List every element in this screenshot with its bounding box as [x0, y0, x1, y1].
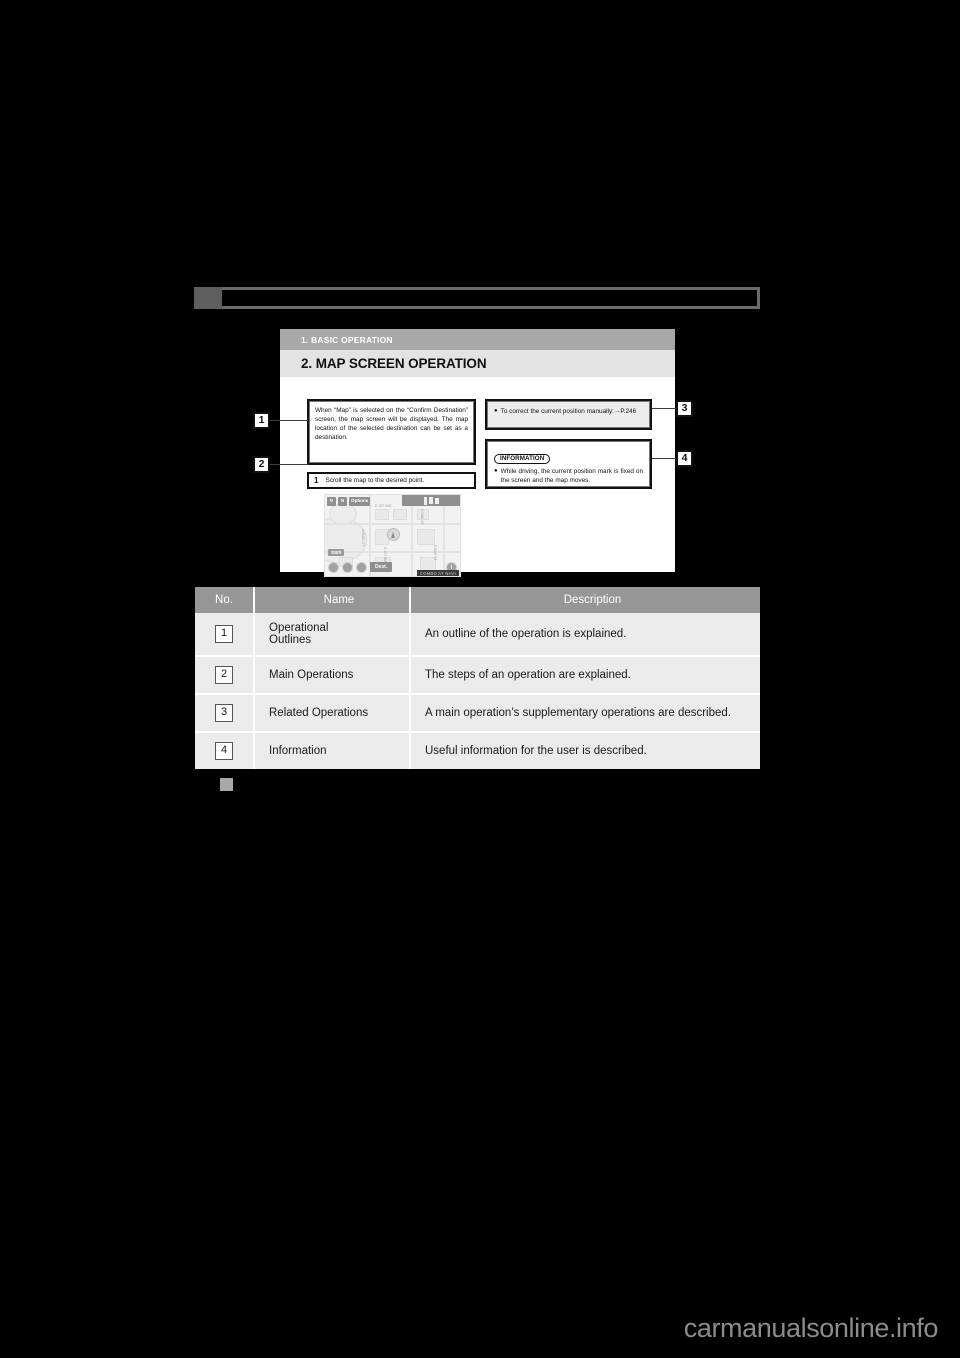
row-name-cell: Related Operations [254, 694, 411, 733]
information-text: While driving, the current position mark… [500, 468, 643, 485]
column-header-name: Name [254, 587, 411, 613]
row-description-cell: An outline of the operation is explained… [410, 613, 760, 657]
callout-badge-3: 3 [676, 400, 693, 417]
nav-top-left-controls: ↻ N Options [327, 497, 371, 506]
callout-badge-2: 2 [253, 456, 270, 473]
row-number-cell: 1 [195, 613, 255, 657]
table-row: 4 Information Useful information for the… [195, 732, 760, 769]
row-name-cell: Main Operations [254, 656, 411, 695]
destination-button[interactable]: Dest. [370, 562, 393, 572]
figure-kicker: 1. BASIC OPERATION [280, 329, 675, 350]
navigation-screen-thumbnail: E 1ST AVE N MAIN ST S 1ST AVE N OAK ST S… [324, 494, 461, 577]
related-operations-inner: ● To correct the current position manual… [487, 401, 650, 428]
map-scale-label: 300ft [328, 549, 345, 556]
bluetooth-icon [423, 496, 427, 505]
signal-icon [428, 497, 433, 504]
legend-table: No. Name Description 1 Operational Outlin… [195, 587, 760, 769]
compass-button[interactable]: N [338, 497, 347, 506]
table-row: 2 Main Operations The steps of an operat… [195, 656, 760, 695]
map-street-label: E 1ST AVE [375, 504, 392, 508]
row-number-cell: 3 [195, 694, 255, 733]
information-box: INFORMATION ● While driving, the current… [485, 439, 652, 489]
current-position-mark-icon [387, 528, 400, 541]
operational-outlines-inner: When “Map” is selected on the “Confirm D… [309, 401, 474, 463]
column-header-no: No. [195, 587, 255, 613]
map-street-label: N MAIN ST [361, 529, 365, 547]
figure-panel: 1. BASIC OPERATION 2. MAP SCREEN OPERATI… [280, 329, 675, 577]
map-block [417, 529, 435, 545]
information-badge: INFORMATION [494, 454, 551, 464]
row-name-cell: Operational Outlines [254, 613, 411, 657]
map-street [325, 523, 460, 525]
figure-body: When “Map” is selected on the “Confirm D… [280, 377, 675, 577]
legend-table-body: 1 Operational Outlines An outline of the … [195, 613, 760, 769]
row-number-cell: 4 [195, 732, 255, 769]
row-description-cell: Useful information for the user is descr… [410, 732, 760, 769]
home-button[interactable] [356, 562, 367, 573]
map-street-label: N OAK ST [420, 509, 424, 525]
map-street [325, 551, 460, 553]
main-operation-step-text: Scroll the map to the desired point. [325, 477, 425, 484]
callout-leader-line [652, 408, 678, 410]
map-block [393, 509, 407, 520]
callout-badge-4: 4 [676, 450, 693, 467]
operational-outlines-text: When “Map” is selected on the “Confirm D… [315, 407, 468, 442]
related-operations-bullet-row: ● To correct the current position manual… [494, 407, 643, 416]
callout-badge-1: 1 [253, 412, 270, 429]
running-head-tab [194, 287, 222, 309]
operational-outlines-box: When “Map” is selected on the “Confirm D… [307, 399, 476, 465]
column-header-description: Description [410, 587, 760, 613]
watermark: carmanualsonline.info [683, 1313, 939, 1343]
running-head-bar [194, 287, 760, 309]
num-badge-2: 2 [215, 666, 233, 684]
running-head-rule [222, 287, 760, 309]
main-operation-box: 1 Scroll the map to the desired point. [307, 472, 476, 489]
information-inner: INFORMATION ● While driving, the current… [487, 441, 650, 487]
related-operations-box: ● To correct the current position manual… [485, 399, 652, 430]
map-orientation-icon[interactable]: ↻ [327, 497, 336, 506]
num-badge-1: 1 [215, 625, 233, 643]
row-name-cell: Information [254, 732, 411, 769]
callout-leader-line [270, 464, 308, 466]
map-street-label: S ELM ST [433, 545, 437, 561]
num-badge-4: 4 [215, 742, 233, 760]
options-button[interactable]: Options [349, 497, 371, 506]
zoom-out-button[interactable] [328, 562, 339, 573]
bullet-icon: ● [494, 408, 498, 414]
zoom-in-button[interactable] [342, 562, 353, 573]
map-block [375, 509, 389, 520]
figure-title: 2. MAP SCREEN OPERATION [280, 350, 675, 377]
battery-icon [434, 497, 439, 504]
page-corner-mark [220, 778, 233, 791]
table-row: 1 Operational Outlines An outline of the … [195, 613, 760, 657]
num-badge-3: 3 [215, 704, 233, 722]
bullet-icon: ● [494, 468, 498, 474]
figure-kicker-label: 1. BASIC OPERATION [301, 334, 393, 345]
main-operation-step-number: 1 [314, 476, 319, 485]
information-bullet-row: ● While driving, the current position ma… [494, 467, 643, 485]
table-row: 3 Related Operations A main operation’s … [195, 694, 760, 733]
map-circle-feature [329, 503, 357, 525]
figure-title-label: 2. MAP SCREEN OPERATION [301, 356, 487, 371]
nav-status-bar [402, 495, 460, 506]
callout-leader-line [270, 420, 308, 422]
callout-leader-line [652, 458, 678, 460]
row-description-cell: The steps of an operation are explained. [410, 656, 760, 695]
related-operations-text: To correct the current position manually… [500, 408, 637, 415]
nav-corner-tag: COMBO AT NAVI [416, 570, 459, 576]
table-header-row: No. Name Description [195, 587, 760, 613]
row-description-cell: A main operation’s supplementary operati… [410, 694, 760, 733]
row-number-cell: 2 [195, 656, 255, 695]
legend-table-head: No. Name Description [195, 587, 760, 613]
